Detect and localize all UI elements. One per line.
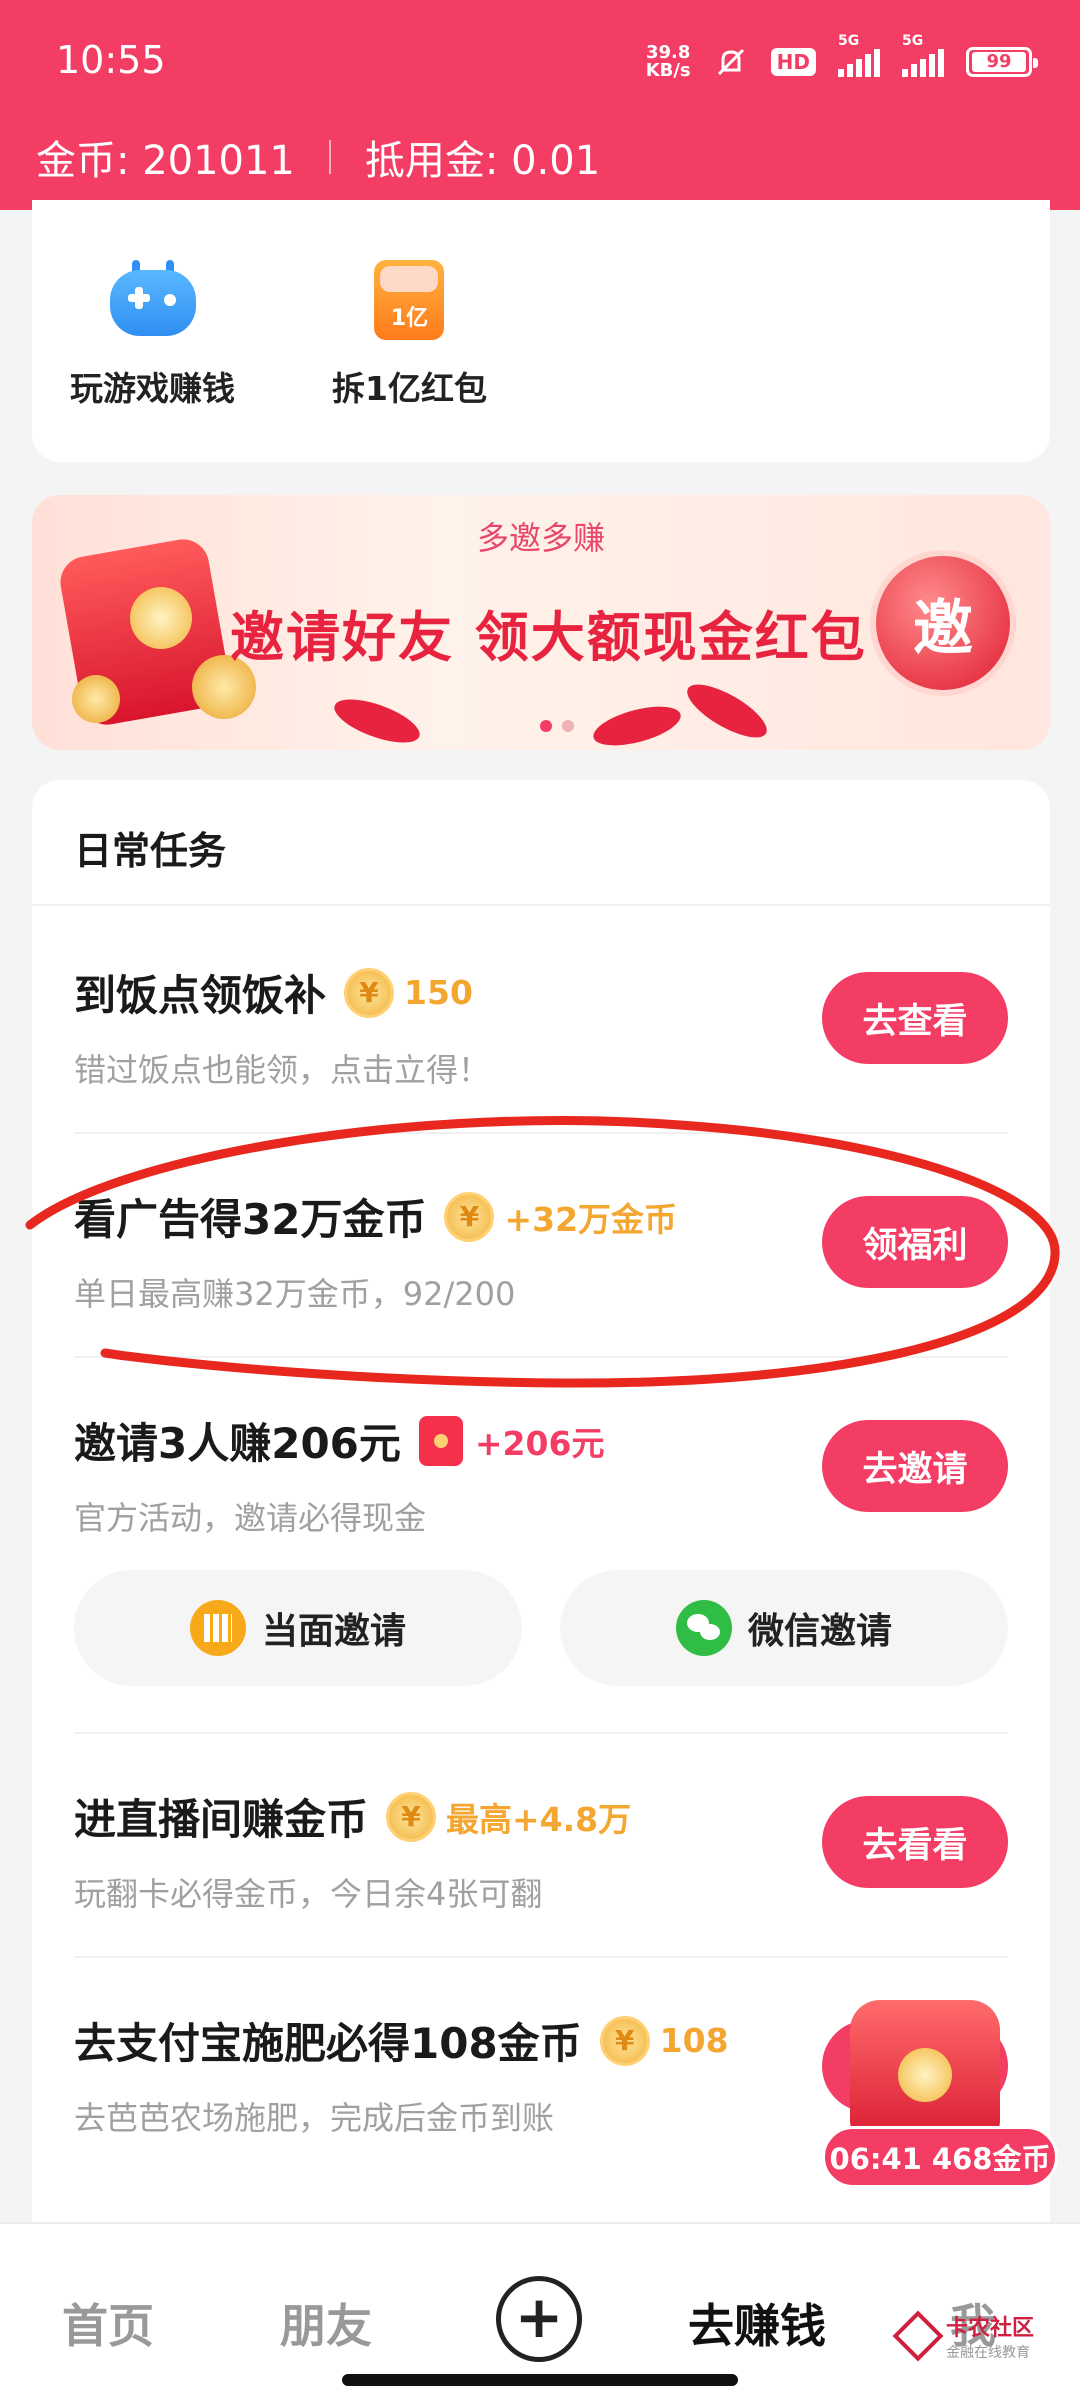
petal-decoration: [329, 690, 425, 750]
nav-home[interactable]: 首页: [62, 2290, 154, 2356]
task-title: 到饭点领饭补: [74, 971, 327, 1020]
watermark-text: 卡农社区: [946, 2316, 1035, 2341]
hd-voice-icon: HD: [770, 48, 816, 76]
coin-icon: ¥: [344, 967, 395, 1018]
task-reward-value: 150: [404, 973, 473, 1012]
watermark-subtext: 金融在线教育: [946, 2345, 1030, 2361]
invite-wechat-button[interactable]: 微信邀请: [560, 1570, 1008, 1686]
battery-icon: 99: [966, 47, 1038, 77]
nav-plus-button[interactable]: +: [496, 2276, 582, 2362]
status-time: 10:55: [56, 38, 166, 82]
carousel-dots: [540, 720, 574, 732]
home-indicator[interactable]: [342, 2374, 738, 2386]
invite-options: 当面邀请 微信邀请: [74, 1570, 1008, 1686]
red-envelope-icon: 1亿: [374, 260, 445, 340]
shortcut-open-red-envelope[interactable]: 1亿 拆1亿红包: [332, 260, 487, 410]
task-reward: +206元: [418, 1415, 605, 1466]
shortcut-label: 拆1亿红包: [332, 369, 487, 408]
status-icons: 39.8 KB/s HD 5G 5G 99: [646, 33, 1038, 80]
task-watch-ads: 看广告得32万金币 ¥ +32万金币 单日最高赚32万金币，92/200 领福利: [74, 1186, 1008, 1315]
shortcuts-card: 玩游戏赚钱 1亿 拆1亿红包: [32, 200, 1050, 462]
invite-banner[interactable]: 多邀多赚 邀请好友 领大额现金红包 邀: [32, 495, 1050, 750]
coin-balance: 金币: 201011: [36, 138, 295, 184]
coin-icon: ¥: [444, 1191, 495, 1242]
task-action-button[interactable]: 去看看: [822, 1796, 1008, 1888]
coin-illustration: [72, 675, 120, 723]
watermark-logo-icon: [892, 2310, 944, 2362]
coin-icon: ¥: [599, 2015, 650, 2066]
watermark: 卡农社区 金融在线教育: [892, 2310, 1035, 2362]
envelope-clasp: [130, 587, 192, 649]
coin-icon: ¥: [386, 1791, 437, 1842]
divider: [74, 1732, 1008, 1734]
divider: [74, 1132, 1008, 1134]
task-reward: ¥150: [344, 967, 473, 1018]
task-reward: ¥ +32万金币: [444, 1191, 678, 1242]
banner-title: 邀请好友 领大额现金红包: [230, 606, 867, 669]
task-reward-value: +32万金币: [504, 1199, 678, 1239]
divider: [74, 1356, 1008, 1358]
floating-reward-timer: 06:41 468金币: [822, 2126, 1058, 2188]
banner-subtitle: 多邀多赚: [476, 519, 605, 557]
network-speed: 39.8 KB/s: [646, 44, 691, 80]
invite-option-label: 当面邀请: [261, 1611, 406, 1652]
task-title: 看广告得32万金币: [74, 1195, 427, 1244]
task-live-stream: 进直播间赚金币 ¥ 最高+4.8万 玩翻卡必得金币，今日余4张可翻 去看看: [74, 1786, 1008, 1915]
task-invite-friends: 邀请3人赚206元 +206元 官方活动，邀请必得现金 去邀请: [74, 1410, 1008, 1539]
network-type-2: 5G: [902, 33, 924, 49]
gamepad-icon: [109, 260, 196, 340]
qr-code-icon: [189, 1600, 246, 1656]
floating-reward-widget[interactable]: 06:41 468金币: [822, 2000, 1058, 2190]
nav-friends[interactable]: 朋友: [280, 2290, 372, 2356]
top-header: 10:55 39.8 KB/s HD 5G 5G 99 金币: 201011 抵…: [0, 0, 1080, 210]
divider: [74, 1956, 1008, 1958]
banner-invite-button[interactable]: 邀: [870, 550, 1016, 696]
nav-earn[interactable]: 去赚钱: [688, 2290, 826, 2356]
red-envelope-icon: [418, 1415, 463, 1466]
task-title: 邀请3人赚206元: [74, 1419, 401, 1468]
task-action-button[interactable]: 去查看: [822, 972, 1008, 1064]
task-reward: ¥108: [599, 2015, 729, 2066]
signal-icon-1: 5G: [838, 33, 880, 77]
wechat-icon: [675, 1600, 732, 1656]
petal-decoration: [589, 698, 685, 750]
balance-divider: [328, 140, 331, 174]
network-type-1: 5G: [838, 33, 860, 49]
petal-decoration: [680, 674, 774, 748]
task-title: 进直播间赚金币: [74, 1795, 369, 1844]
mute-bell-icon: [717, 48, 744, 76]
signal-icon-2: 5G: [902, 33, 944, 77]
task-reward-value: 108: [659, 2021, 729, 2060]
task-action-button[interactable]: 领福利: [822, 1196, 1008, 1288]
red-envelope-icon-text: 1亿: [390, 306, 429, 331]
balance-line: 金币: 201011 抵用金: 0.01: [36, 128, 600, 186]
task-action-button[interactable]: 去邀请: [822, 1420, 1008, 1512]
carousel-dot[interactable]: [540, 720, 552, 732]
network-speed-unit: KB/s: [645, 60, 691, 81]
shortcut-label: 玩游戏赚钱: [70, 369, 235, 408]
task-title: 去支付宝施肥必得108金币: [74, 2019, 582, 2068]
voucher-balance: 抵用金: 0.01: [364, 138, 601, 184]
shortcut-play-games[interactable]: 玩游戏赚钱: [70, 260, 235, 410]
task-reward-value: +206元: [474, 1423, 605, 1463]
invite-in-person-button[interactable]: 当面邀请: [74, 1570, 522, 1686]
task-reward-value: 最高+4.8万: [446, 1799, 632, 1839]
carousel-dot[interactable]: [562, 720, 574, 732]
task-meal-subsidy: 到饭点领饭补 ¥150 错过饭点也能领，点击立得！ 去查看: [74, 962, 1008, 1091]
daily-tasks-heading: 日常任务: [32, 780, 1050, 906]
battery-level: 99: [972, 52, 1026, 72]
invite-option-label: 微信邀请: [747, 1611, 892, 1652]
task-reward: ¥ 最高+4.8万: [386, 1791, 632, 1842]
